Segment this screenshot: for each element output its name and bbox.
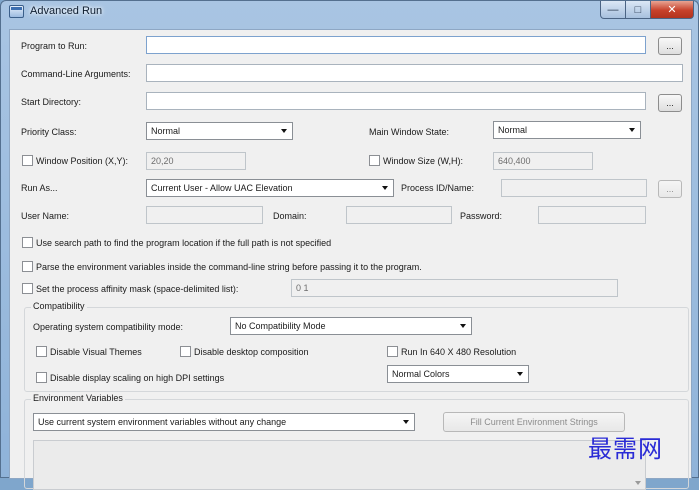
compatibility-group: Compatibility Operating system compatibi…: [24, 301, 689, 392]
chevron-down-icon: [460, 324, 466, 328]
main-window-state-value: Normal: [498, 125, 528, 135]
disable-dpi-scaling-checkbox[interactable]: [36, 372, 47, 383]
chevron-down-icon: [382, 186, 388, 190]
chevron-down-icon: [629, 128, 635, 132]
disable-desktop-composition-label: Disable desktop composition: [194, 347, 309, 357]
window-position-input[interactable]: [146, 152, 246, 170]
compatibility-group-label: Compatibility: [31, 301, 87, 311]
disable-dpi-scaling-label: Disable display scaling on high DPI sett…: [50, 373, 225, 383]
main-window-state-dropdown[interactable]: Normal: [493, 121, 641, 139]
start-directory-browse-button[interactable]: ...: [658, 94, 682, 112]
affinity-checkbox[interactable]: [22, 283, 33, 294]
run-as-dropdown[interactable]: Current User - Allow UAC Elevation: [146, 179, 394, 197]
domain-input[interactable]: [346, 206, 452, 224]
os-compat-mode-value: No Compatibility Mode: [235, 321, 326, 331]
disable-desktop-composition-checkbox[interactable]: [180, 346, 191, 357]
password-input[interactable]: [538, 206, 646, 224]
close-button[interactable]: ✕: [651, 1, 694, 19]
window-size-label: Window Size (W,H):: [383, 156, 464, 166]
window-position-label: Window Position (X,Y):: [36, 156, 129, 166]
parse-env-label: Parse the environment variables inside t…: [36, 262, 422, 272]
priority-class-label: Priority Class:: [21, 127, 77, 137]
disable-visual-themes-checkbox[interactable]: [36, 346, 47, 357]
affinity-label: Set the process affinity mask (space-del…: [36, 284, 239, 294]
title-bar[interactable]: Advanced Run — □ ✕: [1, 1, 698, 23]
search-path-label: Use search path to find the program loca…: [36, 238, 332, 248]
priority-class-value: Normal: [151, 126, 181, 136]
environment-variables-group-label: Environment Variables: [31, 393, 125, 403]
program-browse-button[interactable]: ...: [658, 37, 682, 55]
process-id-label: Process ID/Name:: [401, 183, 475, 193]
program-to-run-label: Program to Run:: [21, 41, 88, 51]
minimize-button[interactable]: —: [600, 1, 626, 19]
run-640-label: Run In 640 X 480 Resolution: [401, 347, 517, 357]
process-browse-button[interactable]: ...: [658, 180, 682, 198]
environment-mode-value: Use current system environment variables…: [38, 417, 287, 427]
parse-env-checkbox[interactable]: [22, 261, 33, 272]
priority-class-dropdown[interactable]: Normal: [146, 122, 293, 140]
window-size-input[interactable]: [493, 152, 593, 170]
watermark-logo: 最需网: [588, 435, 663, 463]
disable-visual-themes-label: Disable Visual Themes: [50, 347, 142, 357]
scroll-down-arrow-icon[interactable]: [635, 481, 641, 485]
password-label: Password:: [460, 211, 503, 221]
color-mode-dropdown[interactable]: Normal Colors: [387, 365, 529, 383]
window-controls: — □ ✕: [600, 1, 694, 20]
window-size-checkbox[interactable]: [369, 155, 380, 166]
environment-mode-dropdown[interactable]: Use current system environment variables…: [33, 413, 415, 431]
program-to-run-input[interactable]: [146, 36, 646, 54]
window-position-checkbox[interactable]: [22, 155, 33, 166]
window-title: Advanced Run: [30, 5, 103, 17]
environment-strings-textarea[interactable]: [33, 440, 646, 490]
command-line-arguments-input[interactable]: [146, 64, 683, 82]
process-id-input[interactable]: [501, 179, 647, 197]
command-line-arguments-label: Command-Line Arguments:: [21, 69, 131, 79]
chevron-down-icon: [517, 372, 523, 376]
run-as-label: Run As...: [21, 183, 58, 193]
maximize-button[interactable]: □: [626, 1, 651, 19]
advanced-run-window: Advanced Run — □ ✕ Program to Run: ... C…: [0, 0, 699, 490]
user-name-input[interactable]: [146, 206, 263, 224]
run-as-value: Current User - Allow UAC Elevation: [151, 183, 293, 193]
affinity-input[interactable]: [291, 279, 618, 297]
domain-label: Domain:: [273, 211, 307, 221]
run-640-checkbox[interactable]: [387, 346, 398, 357]
app-icon: [9, 5, 24, 18]
chevron-down-icon: [403, 420, 409, 424]
user-name-label: User Name:: [21, 211, 70, 221]
start-directory-input[interactable]: [146, 92, 646, 110]
os-compat-mode-dropdown[interactable]: No Compatibility Mode: [230, 317, 472, 335]
color-mode-value: Normal Colors: [392, 369, 450, 379]
main-window-state-label: Main Window State:: [369, 127, 450, 137]
chevron-down-icon: [281, 129, 287, 133]
os-compat-mode-label: Operating system compatibility mode:: [33, 322, 184, 332]
dialog-client-area: Program to Run: ... Command-Line Argumen…: [9, 29, 692, 490]
search-path-checkbox[interactable]: [22, 237, 33, 248]
start-directory-label: Start Directory:: [21, 97, 82, 107]
